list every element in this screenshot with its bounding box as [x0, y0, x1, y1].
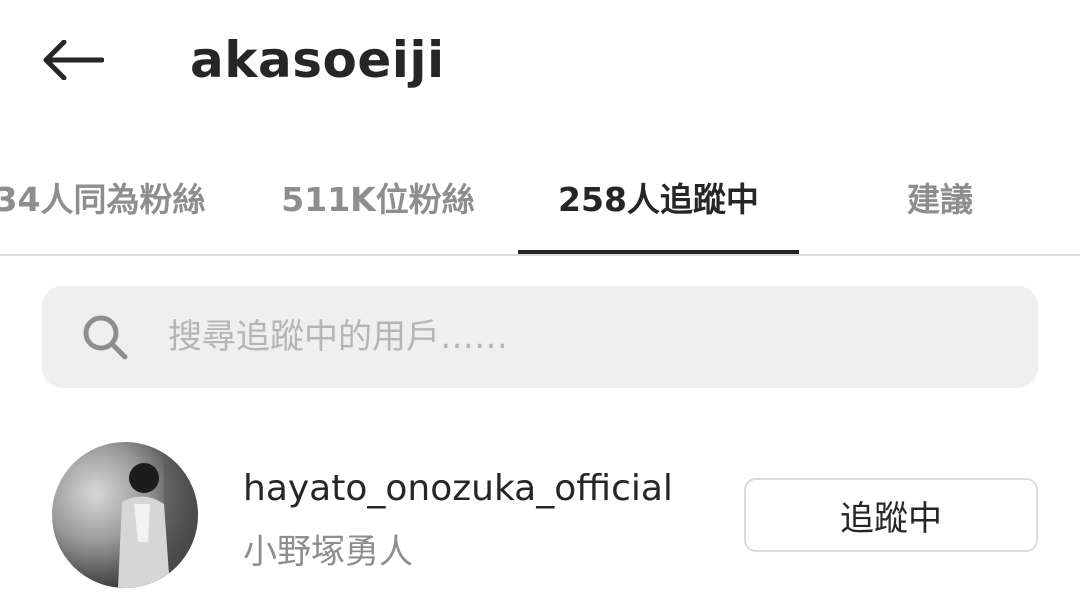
tab-mutual-followers[interactable]: 34人同為粉絲: [0, 140, 240, 254]
user-full-name: 小野塚勇人: [243, 532, 413, 572]
tab-following[interactable]: 258人追蹤中: [518, 140, 799, 254]
user-list-item[interactable]: hayato_onozuka_official 小野塚勇人 追蹤中: [0, 436, 1080, 596]
avatar[interactable]: [52, 442, 198, 588]
tab-followers[interactable]: 511K位粉絲: [240, 140, 516, 254]
back-button[interactable]: [30, 24, 116, 96]
top-bar: akasoeiji: [0, 0, 1080, 120]
search-bar[interactable]: [42, 286, 1038, 388]
search-input[interactable]: [168, 286, 1008, 388]
tab-suggestions[interactable]: 建議: [800, 140, 1080, 254]
profile-username: akasoeiji: [190, 31, 445, 89]
avatar-photo: [118, 442, 198, 588]
arrow-left-icon: [43, 40, 104, 80]
following-button[interactable]: 追蹤中: [744, 478, 1038, 552]
follow-tabs: 34人同為粉絲 511K位粉絲 258人追蹤中 建議: [0, 140, 1080, 256]
search-icon: [83, 315, 128, 360]
user-handle[interactable]: hayato_onozuka_official: [243, 468, 673, 509]
active-tab-indicator: [518, 250, 799, 254]
